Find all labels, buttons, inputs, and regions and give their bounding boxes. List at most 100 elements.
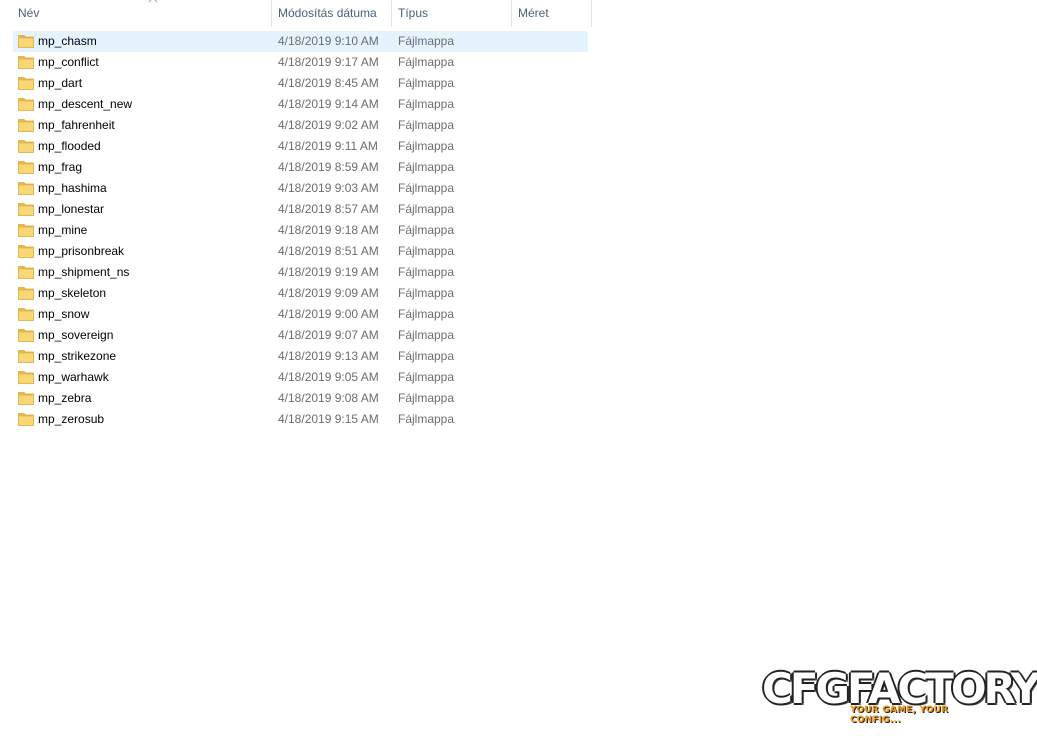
file-date-modified: 4/18/2019 8:57 AM bbox=[278, 202, 379, 216]
cfgfactory-watermark: CFGFACTORY YOUR GAME, YOUR CONFIG... bbox=[762, 664, 1037, 725]
folder-icon bbox=[18, 182, 34, 195]
file-date-modified: 4/18/2019 9:00 AM bbox=[278, 307, 379, 321]
file-name: mp_dart bbox=[38, 76, 83, 90]
file-date-modified: 4/18/2019 9:02 AM bbox=[278, 118, 379, 132]
file-type: Fájlmappa bbox=[398, 412, 455, 426]
file-date-modified: 4/18/2019 9:03 AM bbox=[278, 181, 379, 195]
file-date-modified: 4/18/2019 9:05 AM bbox=[278, 370, 379, 384]
folder-icon bbox=[18, 413, 34, 426]
folder-icon bbox=[18, 56, 34, 69]
column-header-type-label: Típus bbox=[398, 6, 429, 20]
table-row[interactable]: mp_mine 4/18/2019 9:18 AM Fájlmappa bbox=[13, 220, 588, 241]
folder-icon bbox=[18, 371, 34, 384]
file-date-modified: 4/18/2019 8:51 AM bbox=[278, 244, 379, 258]
file-date-modified: 4/18/2019 9:13 AM bbox=[278, 349, 379, 363]
file-name: mp_zebra bbox=[38, 391, 92, 405]
file-type: Fájlmappa bbox=[398, 307, 455, 321]
file-type: Fájlmappa bbox=[398, 391, 455, 405]
file-type: Fájlmappa bbox=[398, 160, 455, 174]
file-name: mp_strikezone bbox=[38, 349, 117, 363]
file-date-modified: 4/18/2019 9:11 AM bbox=[278, 139, 378, 153]
table-row[interactable]: mp_chasm 4/18/2019 9:10 AM Fájlmappa bbox=[13, 31, 588, 52]
table-row[interactable]: mp_conflict 4/18/2019 9:17 AM Fájlmappa bbox=[13, 52, 588, 73]
file-type: Fájlmappa bbox=[398, 370, 455, 384]
file-type: Fájlmappa bbox=[398, 265, 455, 279]
file-name: mp_mine bbox=[38, 223, 88, 237]
file-date-modified: 4/18/2019 9:10 AM bbox=[278, 34, 379, 48]
file-date-modified: 4/18/2019 9:15 AM bbox=[278, 412, 379, 426]
folder-icon bbox=[18, 350, 34, 363]
table-row[interactable]: mp_dart 4/18/2019 8:45 AM Fájlmappa bbox=[13, 73, 588, 94]
file-name: mp_hashima bbox=[38, 181, 107, 195]
folder-icon bbox=[18, 224, 34, 237]
folder-icon bbox=[18, 161, 34, 174]
table-row[interactable]: mp_hashima 4/18/2019 9:03 AM Fájlmappa bbox=[13, 178, 588, 199]
file-name: mp_descent_new bbox=[38, 97, 133, 111]
file-type: Fájlmappa bbox=[398, 118, 455, 132]
file-date-modified: 4/18/2019 9:18 AM bbox=[278, 223, 379, 237]
folder-icon bbox=[18, 77, 34, 90]
file-name: mp_shipment_ns bbox=[38, 265, 130, 279]
table-row[interactable]: mp_zebra 4/18/2019 9:08 AM Fájlmappa bbox=[13, 388, 588, 409]
file-date-modified: 4/18/2019 9:17 AM bbox=[278, 55, 379, 69]
table-row[interactable]: mp_frag 4/18/2019 8:59 AM Fájlmappa bbox=[13, 157, 588, 178]
file-name: mp_sovereign bbox=[38, 328, 114, 342]
file-date-modified: 4/18/2019 9:08 AM bbox=[278, 391, 379, 405]
folder-icon bbox=[18, 140, 34, 153]
table-row[interactable]: mp_warhawk 4/18/2019 9:05 AM Fájlmappa bbox=[13, 367, 588, 388]
column-header-date-label: Módosítás dátuma bbox=[278, 6, 377, 20]
file-name: mp_zerosub bbox=[38, 412, 105, 426]
column-header-bar: Név Módosítás dátuma Típus Méret bbox=[0, 0, 593, 27]
file-name: mp_warhawk bbox=[38, 370, 109, 384]
file-date-modified: 4/18/2019 9:19 AM bbox=[278, 265, 379, 279]
folder-icon bbox=[18, 35, 34, 48]
column-header-size[interactable]: Méret bbox=[512, 0, 592, 27]
table-row[interactable]: mp_flooded 4/18/2019 9:11 AM Fájlmappa bbox=[13, 136, 588, 157]
table-row[interactable]: mp_sovereign 4/18/2019 9:07 AM Fájlmappa bbox=[13, 325, 588, 346]
folder-icon bbox=[18, 266, 34, 279]
table-row[interactable]: mp_strikezone 4/18/2019 9:13 AM Fájlmappa bbox=[13, 346, 588, 367]
file-type: Fájlmappa bbox=[398, 202, 455, 216]
folder-icon bbox=[18, 287, 34, 300]
file-type: Fájlmappa bbox=[398, 55, 455, 69]
file-name: mp_chasm bbox=[38, 34, 97, 48]
file-date-modified: 4/18/2019 9:07 AM bbox=[278, 328, 379, 342]
table-row[interactable]: mp_skeleton 4/18/2019 9:09 AM Fájlmappa bbox=[13, 283, 588, 304]
table-row[interactable]: mp_fahrenheit 4/18/2019 9:02 AM Fájlmappa bbox=[13, 115, 588, 136]
folder-icon bbox=[18, 245, 34, 258]
file-name: mp_conflict bbox=[38, 55, 99, 69]
file-type: Fájlmappa bbox=[398, 139, 455, 153]
file-name: mp_skeleton bbox=[38, 286, 107, 300]
folder-icon bbox=[18, 203, 34, 216]
column-header-name-label: Név bbox=[18, 6, 40, 20]
file-date-modified: 4/18/2019 9:14 AM bbox=[278, 97, 379, 111]
file-type: Fájlmappa bbox=[398, 286, 455, 300]
table-row[interactable]: mp_prisonbreak 4/18/2019 8:51 AM Fájlmappa bbox=[13, 241, 588, 262]
file-type: Fájlmappa bbox=[398, 181, 455, 195]
table-row[interactable]: mp_descent_new 4/18/2019 9:14 AM Fájlmappa bbox=[13, 94, 588, 115]
folder-icon bbox=[18, 308, 34, 321]
table-row[interactable]: mp_zerosub 4/18/2019 9:15 AM Fájlmappa bbox=[13, 409, 588, 430]
table-row[interactable]: mp_lonestar 4/18/2019 8:57 AM Fájlmappa bbox=[13, 199, 588, 220]
file-name: mp_flooded bbox=[38, 139, 101, 153]
column-header-date[interactable]: Módosítás dátuma bbox=[272, 0, 392, 27]
column-header-name[interactable]: Név bbox=[12, 0, 272, 27]
folder-icon bbox=[18, 392, 34, 405]
file-type: Fájlmappa bbox=[398, 349, 455, 363]
file-date-modified: 4/18/2019 8:45 AM bbox=[278, 76, 379, 90]
file-date-modified: 4/18/2019 8:59 AM bbox=[278, 160, 379, 174]
table-row[interactable]: mp_shipment_ns 4/18/2019 9:19 AM Fájlmappa bbox=[13, 262, 588, 283]
file-name: mp_fahrenheit bbox=[38, 118, 115, 132]
watermark-tagline: YOUR GAME, YOUR CONFIG... bbox=[850, 705, 949, 725]
file-name: mp_frag bbox=[38, 160, 83, 174]
table-row[interactable]: mp_snow 4/18/2019 9:00 AM Fájlmappa bbox=[13, 304, 588, 325]
folder-icon bbox=[18, 119, 34, 132]
file-name: mp_snow bbox=[38, 307, 90, 321]
file-type: Fájlmappa bbox=[398, 34, 455, 48]
file-type: Fájlmappa bbox=[398, 97, 455, 111]
file-type: Fájlmappa bbox=[398, 328, 455, 342]
chevron-up-icon bbox=[148, 0, 158, 3]
file-type: Fájlmappa bbox=[398, 76, 455, 90]
column-header-type[interactable]: Típus bbox=[392, 0, 512, 27]
column-header-size-label: Méret bbox=[518, 6, 549, 20]
